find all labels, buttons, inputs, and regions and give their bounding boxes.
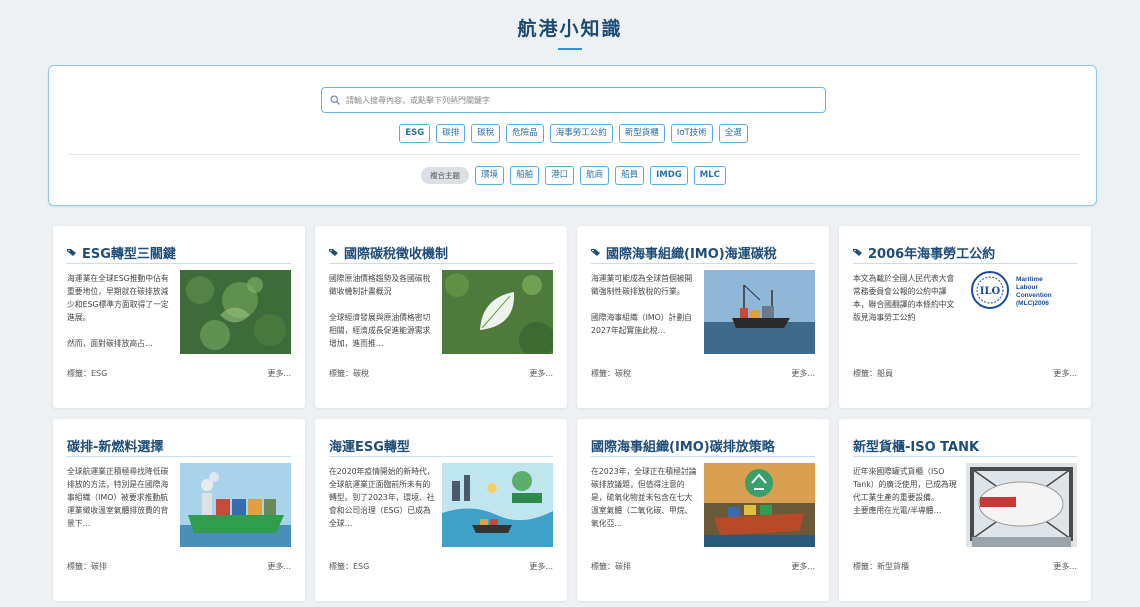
card-more-link[interactable]: 更多... [1053, 561, 1077, 572]
card-title-rule [329, 263, 553, 264]
card-summary: 在2020年疫情開始的新時代，全球航運業正面臨前所未有的轉型。到了2023年，環… [329, 467, 435, 528]
card-tag-label[interactable]: 標籤：碳排 [591, 561, 631, 572]
article-card[interactable]: ESG轉型三關鍵 海運業在全球ESG推動中佔有重要地位，早期就在碳排放減少和ES… [53, 226, 305, 408]
search-box[interactable] [321, 87, 826, 113]
search-input[interactable] [346, 95, 816, 105]
card-summary: 全球航運業正積極尋找降低碳排放的方法，特別是在國際海事組織（IMO）被要求推動航… [67, 467, 169, 528]
card-summary: 近年來國際罐式貨櫃（ISO Tank）的廣泛使用，已成為現代工業生產的重要設備。… [853, 467, 957, 515]
article-card[interactable]: 新型貨櫃-ISO TANK 近年來國際罐式貨櫃（ISO Tank）的廣泛使用，已… [839, 419, 1091, 601]
page-title: 航港小知識 [517, 18, 623, 40]
card-title-rule [853, 263, 1077, 264]
card-title-rule [67, 263, 291, 264]
topic-tag-port[interactable]: 港口 [545, 166, 575, 185]
tag-icon [591, 249, 600, 256]
topic-tag-mlc[interactable]: MLC [693, 166, 726, 185]
tag-icon [853, 249, 862, 256]
card-summary: 海運業可能成為全球首個被開徵強制性碳排放稅的行業。 國際海事組織（IMO）計劃自… [591, 274, 693, 335]
topic-label: 複合主題 [421, 167, 470, 184]
card-title-rule [591, 456, 815, 457]
card-tag-label[interactable]: 標籤：ESG [329, 561, 369, 572]
article-card[interactable]: 海運ESG轉型 在2020年疫情開始的新時代，全球航運業正面臨前所未有的轉型。到… [315, 419, 567, 601]
search-panel: ESG 碳排 碳稅 危險品 海事勞工公約 新型貨櫃 IoT技術 全選 複合主題 … [48, 65, 1097, 206]
title-underline [558, 48, 582, 50]
card-more-link[interactable]: 更多... [267, 368, 291, 379]
card-title[interactable]: ESG轉型三關鍵 [82, 243, 176, 262]
article-card[interactable]: 國際海事組織(IMO)碳排放策略 在2023年，全球正在積極討論碳排放議題，但值… [577, 419, 829, 601]
article-card[interactable]: 2006年海事勞工公約 本文為載於全國人民代表大會常務委員會公報的公約中譯本，聯… [839, 226, 1091, 408]
topic-tag-carrier[interactable]: 航商 [580, 166, 610, 185]
logo-text-line: (MLC)2006 [1016, 300, 1049, 307]
card-image-co2-leaf[interactable] [442, 270, 553, 354]
card-more-link[interactable]: 更多... [791, 561, 815, 572]
card-image-recycle-ship[interactable] [704, 463, 815, 547]
topic-tag-vessel[interactable]: 船舶 [510, 166, 540, 185]
card-title[interactable]: 新型貨櫃-ISO TANK [853, 436, 979, 455]
card-tag-label[interactable]: 標籤：船員 [853, 368, 893, 379]
keyword-tag-carbon-tax[interactable]: 碳稅 [471, 124, 501, 143]
logo-text-line: Maritime [1016, 276, 1043, 283]
card-title-rule [329, 456, 553, 457]
card-title[interactable]: 國際碳稅徵收機制 [344, 243, 448, 262]
card-more-link[interactable]: 更多... [791, 368, 815, 379]
tag-icon [67, 249, 76, 256]
card-image-cargo-ship[interactable] [704, 270, 815, 354]
article-card[interactable]: 國際碳稅徵收機制 國際原油價格趨勢及各國碳稅徵收機制計畫概況 全球經濟發展與原油… [315, 226, 567, 408]
card-title[interactable]: 2006年海事勞工公約 [868, 243, 995, 262]
card-title[interactable]: 國際海事組織(IMO)海運碳稅 [606, 243, 777, 262]
card-tag-label[interactable]: 標籤：ESG [67, 368, 107, 379]
keyword-tag-dangerous-goods[interactable]: 危險品 [506, 124, 544, 143]
article-card[interactable]: 國際海事組織(IMO)海運碳稅 海運業可能成為全球首個被開徵強制性碳排放稅的行業… [577, 226, 829, 408]
card-image-green-ship[interactable] [180, 463, 291, 547]
card-more-link[interactable]: 更多... [529, 561, 553, 572]
logo-text-line: Labour [1016, 284, 1038, 291]
card-more-link[interactable]: 更多... [1053, 368, 1077, 379]
tag-icon [329, 249, 338, 256]
topic-tag-environment[interactable]: 環境 [475, 166, 505, 185]
card-image-ilo-logo[interactable]: ILO Maritime Labour Convention (MLC)2006 [966, 270, 1077, 354]
keyword-tag-carbon-emission[interactable]: 碳排 [436, 124, 466, 143]
card-title-rule [591, 263, 815, 264]
card-tag-label[interactable]: 標籤：新型貨櫃 [853, 561, 909, 572]
topic-tag-crew[interactable]: 船員 [615, 166, 645, 185]
card-image-port-illustration[interactable] [442, 463, 553, 547]
card-title-rule [67, 456, 291, 457]
card-tag-label[interactable]: 標籤：碳排 [67, 561, 107, 572]
card-title[interactable]: 碳排-新燃料選擇 [67, 436, 163, 455]
keyword-tag-esg[interactable]: ESG [399, 124, 431, 143]
card-title-rule [853, 456, 1077, 457]
card-image-iso-tank[interactable] [966, 463, 1077, 547]
card-tag-label[interactable]: 標籤：碳稅 [329, 368, 369, 379]
keyword-tag-select-all[interactable]: 全選 [718, 124, 748, 143]
card-image-aerial-forest[interactable] [180, 270, 291, 354]
keyword-tag-iot[interactable]: IoT技術 [670, 124, 713, 143]
card-summary: 海運業在全球ESG推動中佔有重要地位，早期就在碳排放減少和ESG標準方面取得了一… [67, 274, 169, 348]
svg-text:ILO: ILO [980, 286, 1001, 297]
card-summary: 本文為載於全國人民代表大會常務委員會公報的公約中譯本，聯合國翻譯的本條約中文版見… [853, 274, 955, 322]
search-icon [330, 95, 340, 105]
logo-text-line: Convention [1016, 292, 1052, 299]
topic-tag-imdg[interactable]: IMDG [650, 166, 688, 185]
card-more-link[interactable]: 更多... [267, 561, 291, 572]
card-summary: 國際原油價格趨勢及各國碳稅徵收機制計畫概況 全球經濟發展與原油價格密切相關，經濟… [329, 274, 431, 348]
card-more-link[interactable]: 更多... [529, 368, 553, 379]
keyword-tag-new-container[interactable]: 新型貨櫃 [618, 124, 665, 143]
keyword-tag-mlc[interactable]: 海事勞工公約 [549, 124, 613, 143]
panel-divider [67, 154, 1080, 155]
article-card[interactable]: 碳排-新燃料選擇 全球航運業正積極尋找降低碳排放的方法，特別是在國際海事組織（I… [53, 419, 305, 601]
card-summary: 在2023年，全球正在積極討論碳排放議題，但值得注意的是，硫氧化物並未包含在七大… [591, 467, 697, 528]
card-title[interactable]: 國際海事組織(IMO)碳排放策略 [591, 436, 775, 455]
card-tag-label[interactable]: 標籤：碳稅 [591, 368, 631, 379]
keyword-row: ESG 碳排 碳稅 危險品 海事勞工公約 新型貨櫃 IoT技術 全選 [49, 124, 1098, 143]
card-title[interactable]: 海運ESG轉型 [329, 436, 410, 455]
topic-row: 複合主題 環境 船舶 港口 航商 船員 IMDG MLC [49, 166, 1098, 185]
